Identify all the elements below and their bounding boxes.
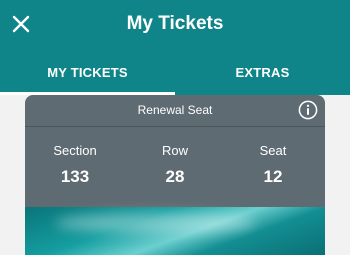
seat-column: Seat 12 <box>233 143 313 187</box>
row-value: 28 <box>165 167 185 186</box>
seat-label: Seat <box>259 143 287 158</box>
info-icon <box>298 100 318 120</box>
row-label: Row <box>161 143 188 158</box>
ticket-card[interactable]: Renewal Seat Section 133 Row 28 Seat 12 <box>25 95 325 255</box>
section-label: Section <box>53 143 97 158</box>
section-value: 133 <box>60 167 90 186</box>
tab-extras[interactable]: EXTRAS <box>175 50 350 95</box>
tab-bar: MY TICKETS EXTRAS <box>0 50 350 95</box>
ticket-image-highlight <box>55 213 255 233</box>
row-column: Row 28 <box>135 143 215 187</box>
section-column: Section 133 <box>35 143 115 187</box>
app-bar: My Tickets <box>0 0 350 50</box>
seat-value: 12 <box>263 167 283 186</box>
info-button[interactable] <box>298 100 318 120</box>
ticket-header: Renewal Seat <box>25 95 325 127</box>
tab-my-tickets[interactable]: MY TICKETS <box>0 50 175 95</box>
page-title: My Tickets <box>126 13 224 34</box>
ticket-title: Renewal Seat <box>137 103 213 117</box>
ticket-image <box>25 207 325 255</box>
